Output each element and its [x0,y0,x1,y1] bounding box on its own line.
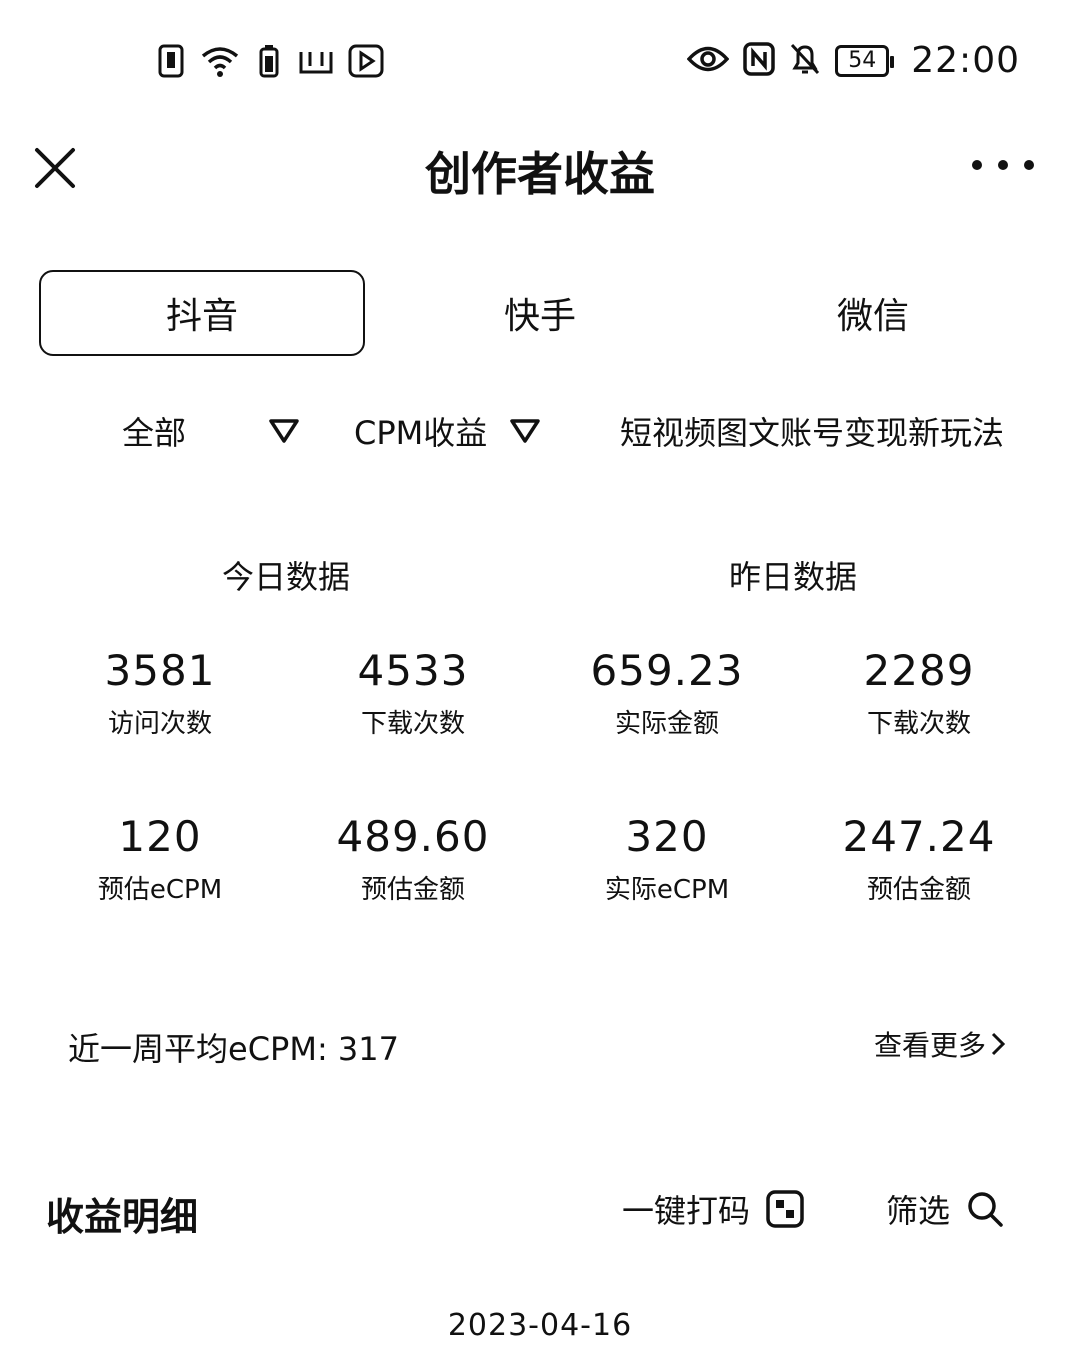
page-title: 创作者收益 [425,147,655,201]
stat-value: 320 [625,812,709,861]
stat-today-amount: 489.60 预估金额 [293,812,533,906]
stat-label: 下载次数 [866,709,971,739]
nfc-icon [743,41,775,80]
filter-button[interactable]: 筛选 [886,1186,1004,1232]
scope-dropdown-label: 全部 [122,414,187,452]
stat-value: 489.60 [336,812,490,861]
stat-value: 4533 [357,646,469,695]
app-notification-icon [298,42,334,80]
stat-label: 实际金额 [614,709,719,739]
sim-card-icon [156,42,186,80]
stat-today-downloads: 4533 下载次数 [293,646,533,740]
stat-today-visits: 3581 访问次数 [40,646,280,740]
weekly-average-ecpm: 近一周平均eCPM: 317 [68,1030,399,1068]
tab-wechat[interactable]: 微信 [710,270,1036,356]
mosaic-icon [766,1190,804,1228]
silent-bell-icon [789,42,821,80]
stat-today-ecpm: 120 预估eCPM [40,812,280,906]
view-more-link[interactable]: 查看更多 [874,1024,1006,1064]
one-click-mask-button[interactable]: 一键打码 [622,1186,804,1232]
search-icon [968,1192,1003,1227]
more-button[interactable] [972,150,1034,180]
video-app-icon [348,42,384,80]
metric-dropdown[interactable]: CPM收益 [354,408,541,454]
stat-yesterday-amount: 247.24 预估金额 [799,812,1039,906]
wifi-icon [200,42,240,80]
stat-value: 247.24 [842,812,996,861]
metric-dropdown-label: CPM收益 [354,414,488,452]
promo-link[interactable]: 短视频图文账号变现新玩法 [620,408,1004,454]
stat-yesterday-ecpm: 320 实际eCPM [547,812,787,906]
battery-saver-icon [254,42,284,80]
status-bar-left-icons [156,42,384,80]
list-date-header: 2023-04-16 [447,1308,633,1343]
earnings-detail-title: 收益明细 [46,1195,199,1239]
status-bar-right: 54 22:00 [686,40,1020,81]
stat-label: 预估eCPM [97,875,223,905]
stat-label: 预估金额 [360,875,465,905]
stat-yesterday-downloads: 2289 下载次数 [799,646,1039,740]
more-icon-dot [998,160,1008,170]
stat-yesterday-actual-amount: 659.23 实际金额 [547,646,787,740]
tab-kuaishou[interactable]: 快手 [377,270,703,356]
stat-value: 120 [118,812,202,861]
dropdown-triangle-icon [510,419,541,443]
eye-comfort-icon [686,44,730,78]
yesterday-data-title: 昨日数据 [728,558,857,596]
dropdown-triangle-icon [269,419,299,443]
status-time: 22:00 [911,40,1020,81]
stat-value: 659.23 [590,646,744,695]
stat-value: 2289 [863,646,975,695]
stat-label: 下载次数 [360,709,465,739]
battery-indicator: 54 [835,44,895,77]
one-click-mask-label: 一键打码 [622,1192,751,1230]
more-icon-dot [1024,160,1034,170]
stat-value: 3581 [104,646,216,695]
more-icon-dot [972,160,982,170]
view-more-label: 查看更多 [873,1029,986,1062]
stat-label: 预估金额 [866,875,971,905]
tab-douyin[interactable]: 抖音 [39,270,365,356]
chevron-right-icon [991,1032,1006,1056]
today-data-title: 今日数据 [221,558,350,596]
scope-dropdown[interactable]: 全部 [122,408,300,454]
stat-label: 访问次数 [107,709,212,739]
filter-label: 筛选 [886,1192,951,1230]
stat-label: 实际eCPM [604,875,730,905]
